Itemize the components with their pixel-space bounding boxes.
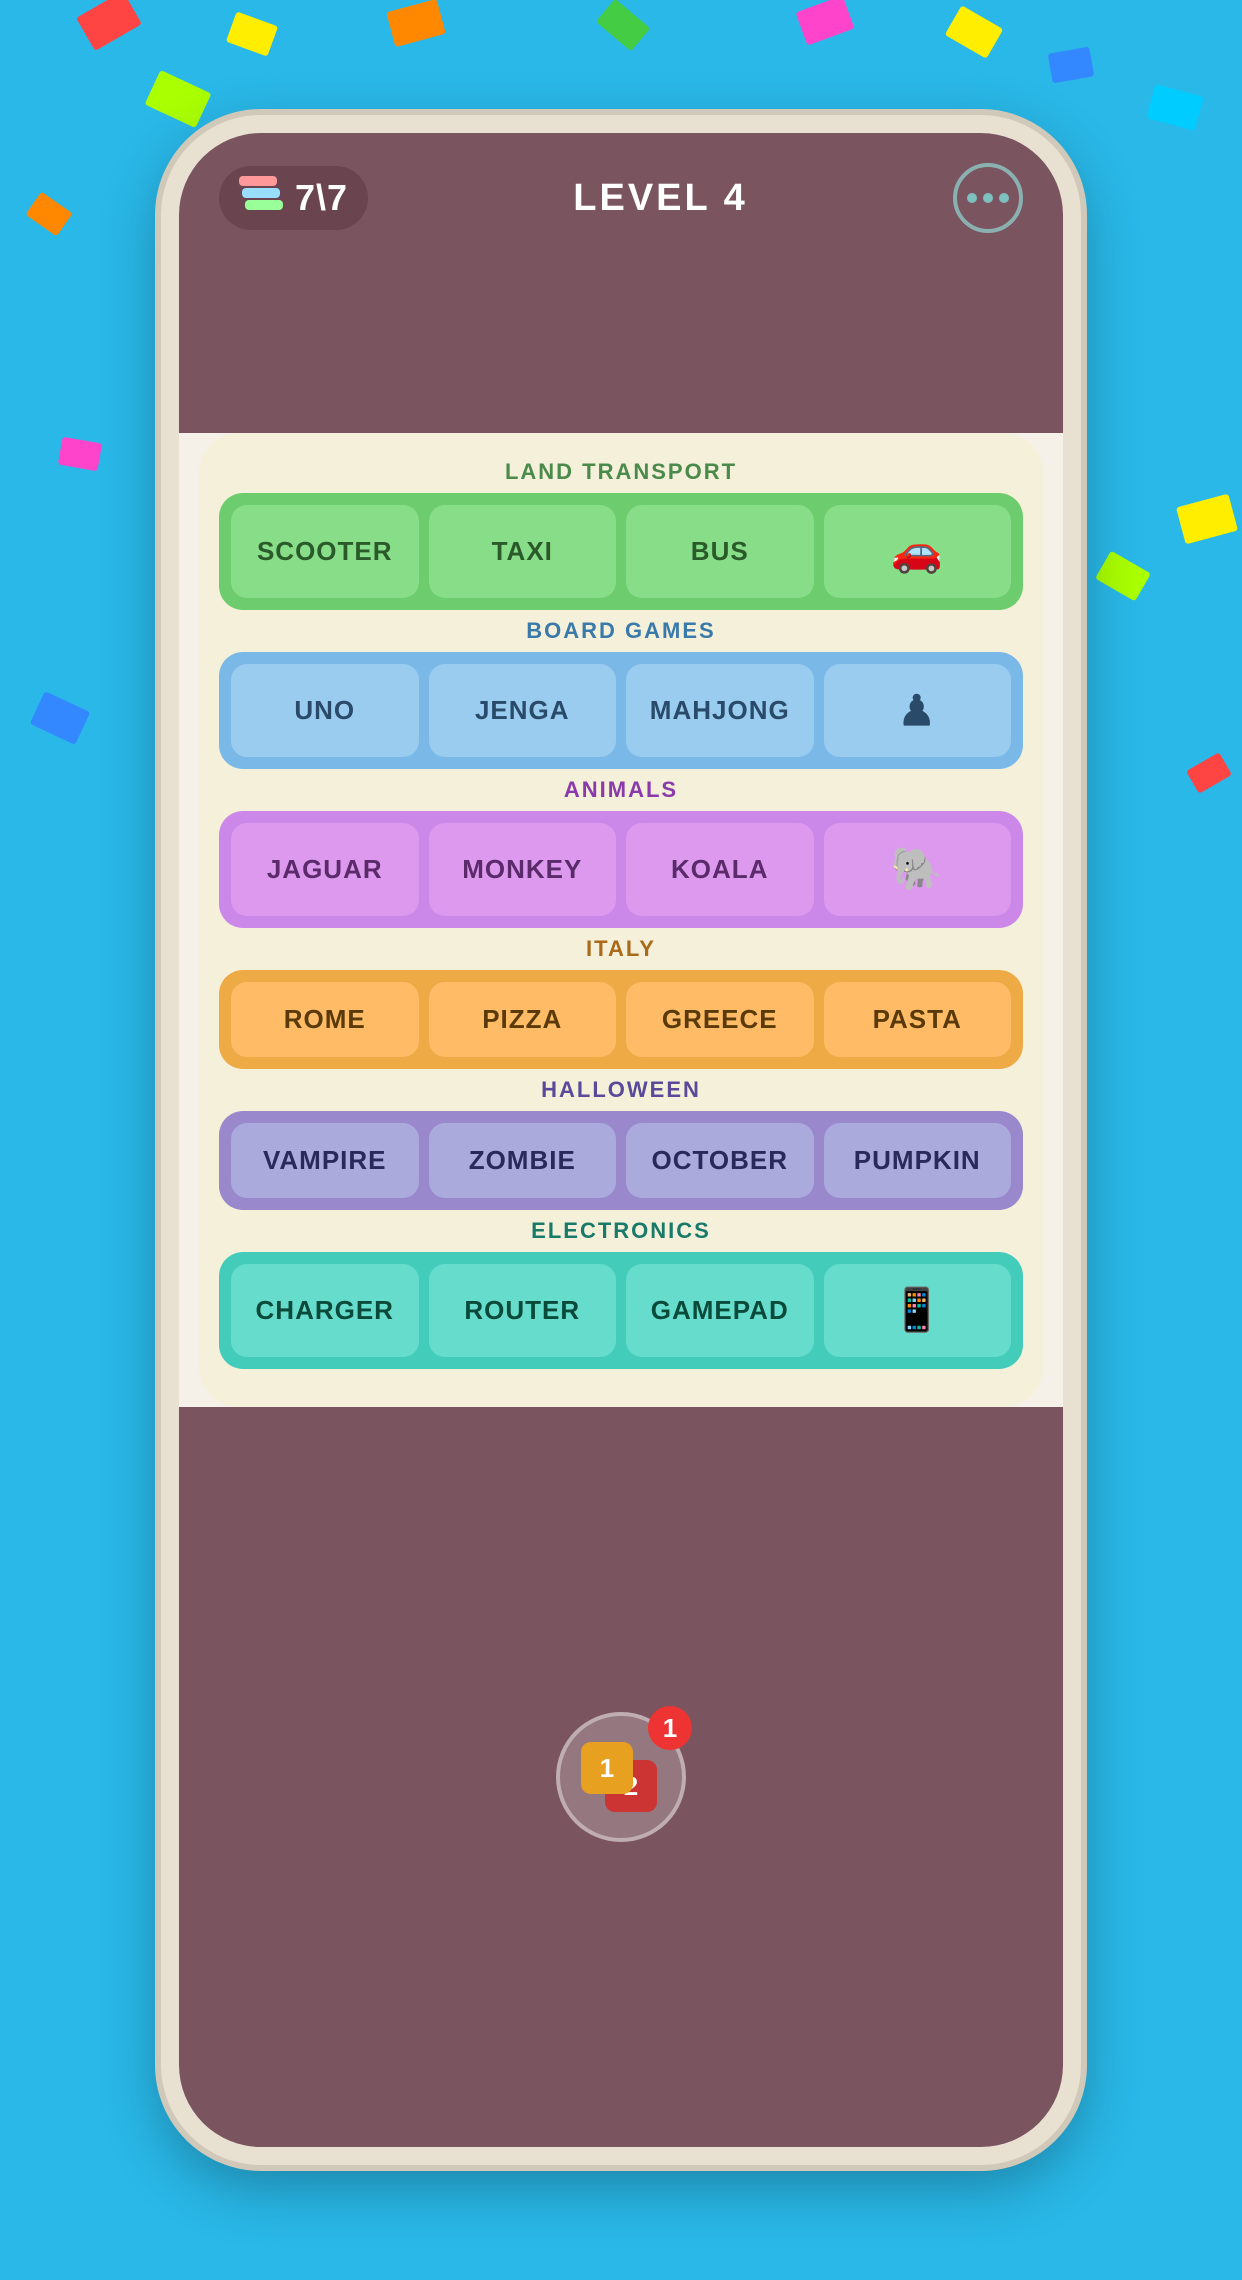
tile-animals-3[interactable]: 🐘: [824, 823, 1012, 916]
tile-italy-3[interactable]: PASTA: [824, 982, 1012, 1057]
tile-halloween-0[interactable]: VAMPIRE: [231, 1123, 419, 1198]
tile-land-transport-1[interactable]: TAXI: [429, 505, 617, 598]
brown-spacer: [179, 253, 1063, 433]
game-board: LAND TRANSPORTSCOOTERTAXIBUS🚗BOARD GAMES…: [199, 433, 1043, 1407]
category-row-animals: JAGUARMONKEYKOALA🐘: [219, 811, 1023, 928]
tile-italy-0[interactable]: ROME: [231, 982, 419, 1057]
tile-land-transport-2[interactable]: BUS: [626, 505, 814, 598]
hint-button[interactable]: 1 2 1: [556, 1712, 686, 1842]
tile-land-transport-0[interactable]: SCOOTER: [231, 505, 419, 598]
category-row-land-transport: SCOOTERTAXIBUS🚗: [219, 493, 1023, 610]
hint-tile-1: 1: [581, 1742, 633, 1794]
category-group-italy: ITALY ROMEPIZZAGREECEPASTA: [219, 936, 1023, 1069]
tile-halloween-2[interactable]: OCTOBER: [626, 1123, 814, 1198]
tile-animals-2[interactable]: KOALA: [626, 823, 814, 916]
score-badge: 7\7: [219, 166, 368, 230]
tile-electronics-1[interactable]: ROUTER: [429, 1264, 617, 1357]
score-display: 7\7: [295, 177, 348, 219]
layers-icon: [239, 176, 283, 220]
category-group-electronics: ELECTRONICS CHARGERROUTERGAMEPAD📱: [219, 1218, 1023, 1369]
level-title: LEVEL 4: [573, 177, 747, 220]
category-row-halloween: VAMPIREZOMBIEOCTOBERPUMPKIN: [219, 1111, 1023, 1210]
menu-button[interactable]: [953, 163, 1023, 233]
bottom-area: 1 2 1: [179, 1407, 1063, 2147]
header-area: 7\7 LEVEL 4: [179, 133, 1063, 253]
tile-board-games-0[interactable]: UNO: [231, 664, 419, 757]
category-group-animals: ANIMALS JAGUARMONKEYKOALA🐘: [219, 777, 1023, 928]
category-label-italy: ITALY: [219, 936, 1023, 962]
category-group-land-transport: LAND TRANSPORT SCOOTERTAXIBUS🚗: [219, 459, 1023, 610]
category-label-electronics: ELECTRONICS: [219, 1218, 1023, 1244]
hint-badge: 1: [648, 1706, 692, 1750]
category-label-land-transport: LAND TRANSPORT: [219, 459, 1023, 485]
category-label-board-games: BOARD GAMES: [219, 618, 1023, 644]
category-group-board-games: BOARD GAMES UNOJENGAMAHJONG♟: [219, 618, 1023, 769]
category-row-electronics: CHARGERROUTERGAMEPAD📱: [219, 1252, 1023, 1369]
menu-dots-icon: [967, 193, 1009, 203]
tile-italy-1[interactable]: PIZZA: [429, 982, 617, 1057]
category-label-animals: ANIMALS: [219, 777, 1023, 803]
category-group-halloween: HALLOWEEN VAMPIREZOMBIEOCTOBERPUMPKIN: [219, 1077, 1023, 1210]
tile-board-games-2[interactable]: MAHJONG: [626, 664, 814, 757]
category-row-board-games: UNOJENGAMAHJONG♟: [219, 652, 1023, 769]
tile-halloween-1[interactable]: ZOMBIE: [429, 1123, 617, 1198]
phone-frame: 7\7 LEVEL 4 LAND TRANSPORT SCOOTERTAXIBUS…: [161, 115, 1081, 2165]
tile-electronics-3[interactable]: 📱: [824, 1264, 1012, 1357]
category-row-italy: ROMEPIZZAGREECEPASTA: [219, 970, 1023, 1069]
tile-italy-2[interactable]: GREECE: [626, 982, 814, 1057]
tile-land-transport-3[interactable]: 🚗: [824, 505, 1012, 598]
tile-board-games-3[interactable]: ♟: [824, 664, 1012, 757]
tile-halloween-3[interactable]: PUMPKIN: [824, 1123, 1012, 1198]
tile-animals-1[interactable]: MONKEY: [429, 823, 617, 916]
category-label-halloween: HALLOWEEN: [219, 1077, 1023, 1103]
hint-tiles-icon: 1 2: [581, 1742, 661, 1812]
tile-board-games-1[interactable]: JENGA: [429, 664, 617, 757]
tile-animals-0[interactable]: JAGUAR: [231, 823, 419, 916]
tile-electronics-0[interactable]: CHARGER: [231, 1264, 419, 1357]
tile-electronics-2[interactable]: GAMEPAD: [626, 1264, 814, 1357]
